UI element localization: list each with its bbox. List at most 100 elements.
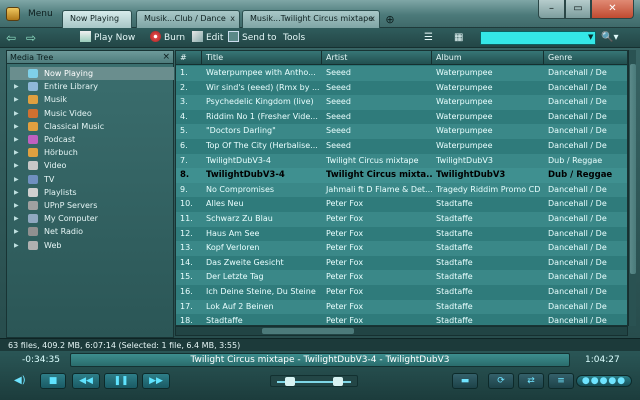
table-row[interactable]: 14. Das Zweite Gesicht Peter Fox Stadtaffe D… [176,255,627,271]
next-button[interactable]: ▶▶ [142,373,170,389]
add-tab-icon[interactable]: ⊕ [384,14,396,26]
search-input[interactable] [480,31,596,45]
search-dropdown-icon[interactable]: ▼ [588,33,593,41]
tree-item-web[interactable]: ▶ Web [10,239,174,252]
shuffle-icon[interactable]: ⇄ [518,373,544,389]
scroll-thumb[interactable] [262,328,354,334]
burn-button[interactable]: Burn [150,31,185,45]
table-row[interactable]: 2. Wir sind's (eeed) (Rmx by ... Seeed Wate… [176,80,627,96]
column-header-genre[interactable]: Genre [544,51,627,65]
expand-arrow-icon[interactable]: ▶ [14,133,19,146]
table-row[interactable]: 6. Top Of The City (Herbalise... Seeed Wate… [176,139,627,154]
slider-handle[interactable] [285,377,295,386]
tree-item-tv[interactable]: ▶ TV [10,173,174,186]
tree-item-my-computer[interactable]: ▶ My Computer [10,212,174,225]
volume-icon[interactable]: ◀) [14,375,26,386]
tree-item-video[interactable]: ▶ Video [10,159,174,172]
position-slider[interactable] [270,375,358,387]
rating-dots-icon[interactable]: ●●●●● [576,375,632,387]
expand-arrow-icon[interactable]: ▶ [14,120,19,133]
expand-arrow-icon[interactable]: ▶ [14,239,19,252]
table-row[interactable]: 5. "Doctors Darling" Seeed Waterpumpee Dance… [176,124,627,139]
scroll-thumb[interactable] [630,64,636,274]
forward-arrow-icon[interactable]: ⇨ [26,31,42,45]
grid-view-icon[interactable]: ▦ [454,31,468,45]
table-row[interactable]: 11. Schwarz Zu Blau Peter Fox Stadtaffe Danc… [176,212,627,227]
expand-arrow-icon[interactable]: ▶ [14,186,19,199]
back-arrow-icon[interactable]: ⇦ [6,31,22,45]
tree-item-playlists[interactable]: ▶ Playlists [10,186,174,199]
tools-button[interactable]: Tools [283,31,305,45]
table-row[interactable]: 1. Waterpumpee with Antho... Seeed Waterpum… [176,66,627,81]
table-row[interactable]: 16. Ich Deine Steine, Du Steine Peter Fox S… [176,285,627,300]
slider-handle[interactable] [333,377,343,386]
column-header-artist[interactable]: Artist [322,51,432,65]
tree-item-classical-music[interactable]: ▶ Classical Music [10,120,174,133]
send-to-button[interactable]: Send to [228,31,277,45]
edit-button[interactable]: Edit [192,31,223,45]
tab-now-playing[interactable]: Now Playing [62,10,132,28]
expand-arrow-icon[interactable]: ▶ [14,225,19,238]
cell-title: Ich Deine Steine, Du Steine [206,287,316,296]
elapsed-time[interactable]: -0:34:35 [22,355,60,365]
stop-button[interactable]: ■ [40,373,66,389]
expand-arrow-icon[interactable]: ▶ [14,80,19,93]
column-header-album[interactable]: Album [432,51,544,65]
repeat-icon[interactable]: ⟳ [488,373,514,389]
tree-item-podcast[interactable]: ▶ Podcast [10,133,174,146]
table-row[interactable]: 15. Der Letzte Tag Peter Fox Stadtaffe Dance… [176,270,627,285]
remaining-time[interactable]: 1:04:27 [585,355,620,365]
tree-item-h-rbuch[interactable]: ▶ Hörbuch [10,146,174,159]
tree-item-now-playing[interactable]: Now Playing [10,67,174,80]
cell-title: Schwarz Zu Blau [206,214,273,223]
tree-item-label: Musik [44,95,67,105]
table-row[interactable]: 8. TwilightDubV3-4 Twilight Circus mixta..… [176,168,627,183]
table-row[interactable]: 13. Kopf Verloren Peter Fox Stadtaffe Danceh… [176,241,627,256]
vertical-scrollbar[interactable] [628,50,636,326]
tree-item-entire-library[interactable]: ▶ Entire Library [10,80,174,93]
expand-arrow-icon[interactable]: ▶ [14,107,19,120]
column-header-number[interactable]: # [176,51,202,65]
tree-item-upnp-servers[interactable]: ▶ UPnP Servers [10,199,174,212]
menu-button[interactable]: Menu [28,9,53,19]
pause-button[interactable]: ❚❚ [104,373,138,389]
playlist-toggle-icon[interactable]: ▬ [452,373,478,389]
horizontal-scrollbar[interactable] [175,326,628,336]
tree-item-musik[interactable]: ▶ Musik [10,93,174,106]
expand-arrow-icon[interactable]: ▶ [14,212,19,225]
search-icon[interactable]: 🔍▾ [601,31,631,45]
tab-twilight-mixtape[interactable]: Musik...Twilight Circus mixtape x [242,10,380,28]
column-header-title[interactable]: Title [202,51,322,65]
play-now-button[interactable]: Play Now [80,31,135,45]
table-row[interactable]: 4. Riddim No 1 (Fresher Vide... Seeed Water… [176,109,627,125]
table-row[interactable]: 17. Lok Auf 2 Beinen Peter Fox Stadtaffe Dan… [176,299,627,315]
tree-item-net-radio[interactable]: ▶ Net Radio [10,225,174,238]
tree-item-music-video[interactable]: ▶ Music Video [10,107,174,120]
expand-arrow-icon[interactable]: ▶ [14,159,19,172]
close-window-button[interactable]: ✕ [591,0,634,19]
expand-arrow-icon[interactable]: ▶ [14,173,19,186]
table-row[interactable]: 3. Psychedelic Kingdom (live) Seeed Waterpu… [176,95,627,110]
tab-close-icon[interactable]: x [230,14,235,23]
app-icon[interactable] [6,7,20,21]
table-row[interactable]: 12. Haus Am See Peter Fox Stadtaffe Dancehal… [176,226,627,242]
tab-club-dance[interactable]: Musik...Club / Dance x [136,10,240,28]
expand-arrow-icon[interactable]: ▶ [14,199,19,212]
maximize-button[interactable]: ▭ [565,0,591,19]
cell-artist: Twilight Circus mixta... [326,170,432,181]
cell-n: 6. [180,141,188,150]
previous-button[interactable]: ◀◀ [72,373,100,389]
expand-arrow-icon[interactable]: ▶ [14,146,19,159]
panel-close-icon[interactable]: × [162,52,170,62]
minimize-button[interactable]: – [538,0,565,19]
table-row[interactable]: 10. Alles Neu Peter Fox Stadtaffe Dancehall … [176,197,627,212]
cell-album: Stadtaffe [436,214,473,223]
expand-arrow-icon[interactable]: ▶ [14,93,19,106]
equalizer-icon[interactable]: ≡ [548,373,574,389]
list-view-icon[interactable]: ☰ [424,31,438,45]
table-row[interactable]: 7. TwilightDubV3-4 Twilight Circus mixtape… [176,153,627,169]
cell-n: 1. [180,68,188,77]
table-row[interactable]: 18. Stadtaffe Peter Fox Stadtaffe Dancehall … [176,314,627,325]
table-row[interactable]: 9. No Compromises Jahmali ft D Flame & Det… [176,182,627,198]
tab-close-icon[interactable]: x [370,14,375,23]
